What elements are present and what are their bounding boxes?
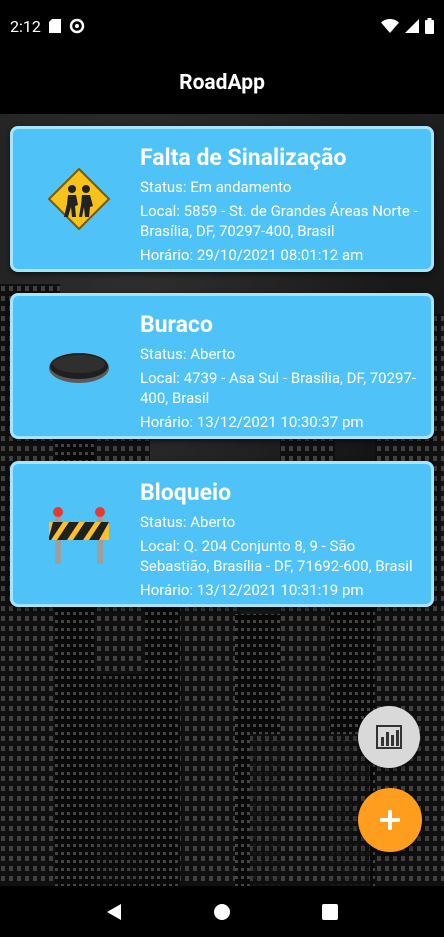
home-icon (214, 903, 230, 920)
sync-icon (69, 18, 85, 34)
back-icon (107, 903, 121, 920)
pothole-icon (49, 353, 109, 383)
report-time: Horário: 13/12/2021 10:31:19 pm (140, 581, 364, 599)
app-title: RoadApp (179, 71, 265, 95)
nav-back-button[interactable] (94, 892, 134, 932)
report-time: Horário: 13/12/2021 10:30:37 pm (140, 413, 364, 431)
report-card-body: Buraco Status: Aberto Local: 4739 - Asa … (140, 310, 423, 432)
report-card-body: Bloqueio Status: Aberto Local: Q. 204 Co… (140, 478, 423, 600)
status-time: 2:12 (10, 16, 41, 36)
report-status: Status: Aberto (140, 345, 236, 363)
nav-recents-button[interactable] (310, 892, 350, 932)
children-crossing-sign-icon (47, 167, 111, 231)
nav-home-button[interactable] (202, 892, 242, 932)
report-card[interactable]: Bloqueio Status: Aberto Local: Q. 204 Co… (10, 461, 434, 607)
sd-card-icon (48, 19, 61, 33)
report-location: Local: 4739 - Asa Sul - Brasília, DF, 70… (140, 369, 417, 407)
add-report-button[interactable] (358, 788, 422, 852)
plus-icon (380, 810, 400, 830)
report-status: Status: Em andamento (140, 178, 292, 196)
app-bar: RoadApp (0, 52, 444, 114)
report-card[interactable]: Buraco Status: Aberto Local: 4739 - Asa … (10, 293, 434, 439)
report-location: Local: Q. 204 Conjunto 8, 9 - São Sebast… (140, 537, 413, 575)
report-list-area[interactable]: Falta de Sinalização Status: Em andament… (0, 114, 444, 886)
signal-icon (405, 19, 419, 33)
statistics-button[interactable] (358, 706, 420, 768)
report-time: Horário: 29/10/2021 08:01:12 am (140, 246, 364, 264)
recents-icon (322, 903, 338, 920)
wifi-icon (381, 19, 399, 33)
status-bar: 2:12 (0, 0, 444, 52)
navigation-bar (0, 886, 444, 937)
report-title: Falta de Sinalização (140, 144, 347, 171)
battery-icon (425, 18, 434, 34)
report-title: Bloqueio (140, 479, 232, 506)
roadblock-barrier-icon (49, 507, 109, 564)
report-title: Buraco (140, 311, 213, 338)
report-location: Local: 5859 - St. de Grandes Áreas Norte… (140, 202, 418, 240)
report-status: Status: Aberto (140, 513, 236, 531)
report-card[interactable]: Falta de Sinalização Status: Em andament… (10, 126, 434, 272)
report-card-body: Falta de Sinalização Status: Em andament… (140, 143, 423, 265)
bar-chart-icon (376, 725, 402, 749)
